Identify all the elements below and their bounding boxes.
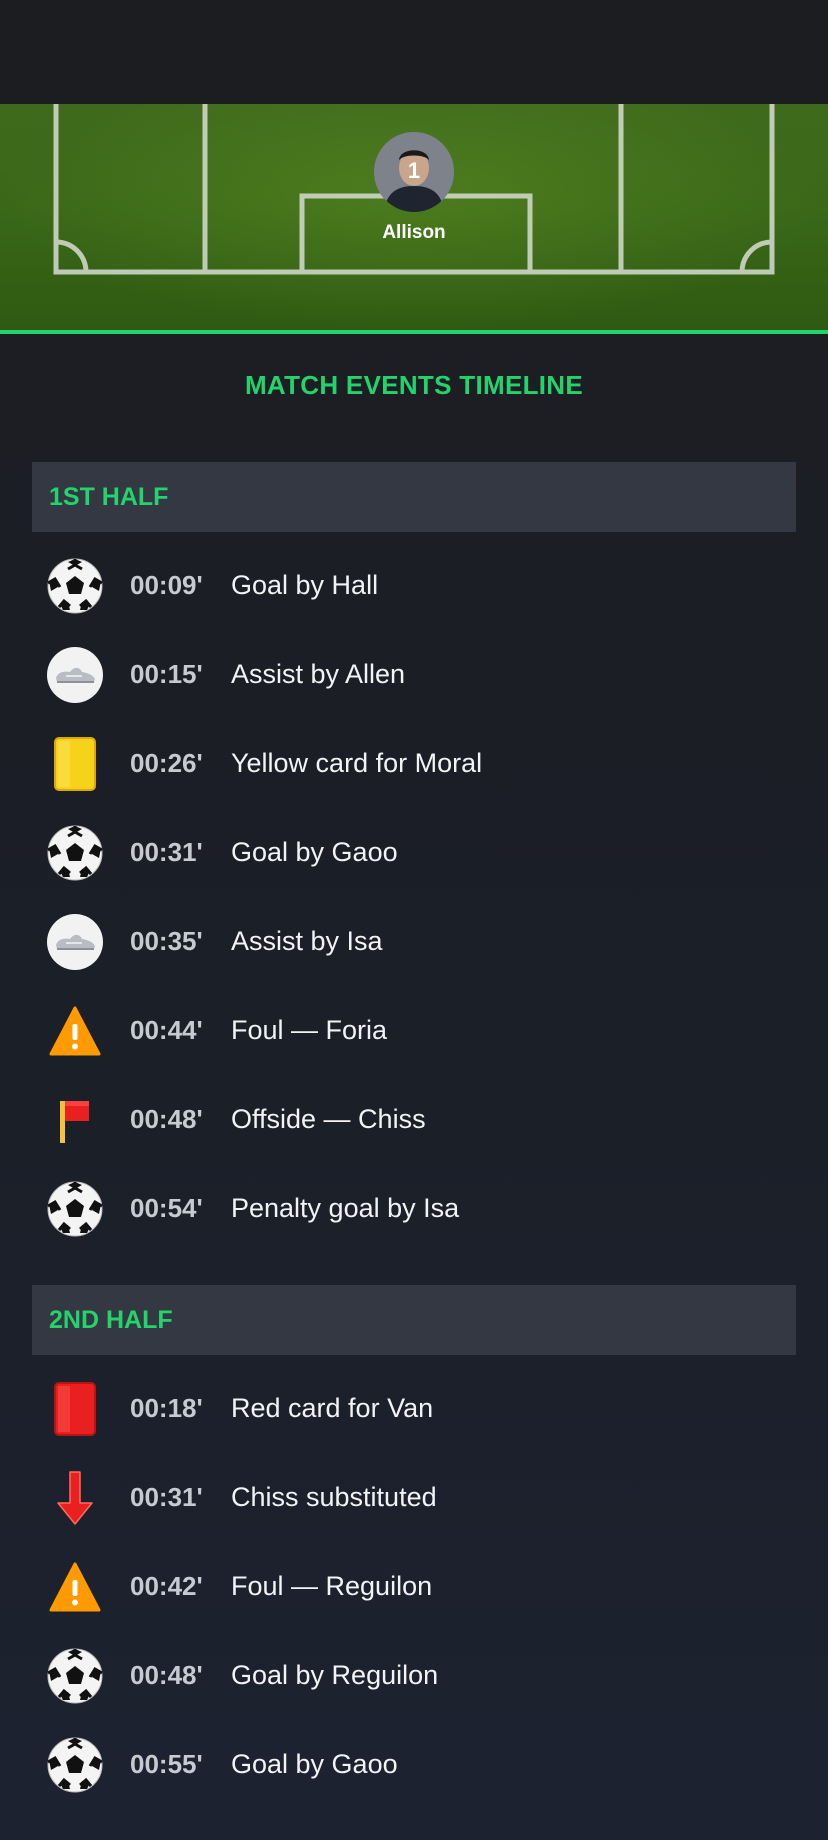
substitution-down-arrow-icon: [57, 1471, 93, 1525]
section-header-first-half: 1ST HALF: [32, 462, 796, 532]
event-time: 00:31': [130, 1482, 203, 1512]
boot-icon: [47, 914, 103, 970]
pitch-divider: [0, 330, 828, 334]
event-time: 00:48': [130, 1660, 203, 1690]
event-row[interactable]: 00:54' Penalty goal by Isa: [32, 1178, 796, 1238]
event-time: 00:26': [130, 748, 203, 778]
event-description: Goal by Hall: [231, 570, 379, 600]
event-row[interactable]: 00:42' Foul — Reguilon: [32, 1556, 796, 1616]
event-time: 00:09': [130, 570, 203, 600]
event-time: 00:44': [130, 1015, 203, 1045]
event-row[interactable]: 00:18' Red card for Van: [32, 1378, 796, 1438]
player-marker[interactable]: 1 Allison: [364, 132, 464, 244]
status-bar: [0, 0, 828, 104]
boot-icon: [47, 647, 103, 703]
player-number: 1: [407, 158, 421, 183]
player-name: Allison: [382, 222, 446, 243]
soccer-ball-icon: [47, 825, 103, 881]
warning-icon: [49, 1006, 101, 1056]
event-time: 00:18': [130, 1393, 203, 1423]
event-row[interactable]: 00:35' Assist by Isa: [32, 911, 796, 971]
event-row[interactable]: 00:55' Goal by Gaoo: [32, 1734, 796, 1794]
event-description: Assist by Allen: [231, 659, 406, 689]
event-description: Goal by Gaoo: [231, 1749, 398, 1779]
event-description: Red card for Van: [231, 1393, 434, 1423]
warning-icon: [49, 1562, 101, 1612]
event-time: 00:42': [130, 1571, 203, 1601]
event-description: Foul — Foria: [231, 1015, 388, 1045]
event-row[interactable]: 00:31' Goal by Gaoo: [32, 822, 796, 882]
soccer-ball-icon: [47, 1648, 103, 1704]
section-header-second-half: 2ND HALF: [32, 1285, 796, 1355]
event-description: Assist by Isa: [231, 926, 383, 956]
event-row[interactable]: 00:48' Offside — Chiss: [32, 1089, 796, 1149]
red-card-icon: [54, 1382, 96, 1436]
event-time: 00:54': [130, 1193, 203, 1223]
event-description: Chiss substituted: [231, 1482, 437, 1512]
timeline-title: MATCH EVENTS TIMELINE: [244, 370, 584, 400]
event-description: Foul — Reguilon: [231, 1571, 433, 1601]
soccer-ball-icon: [47, 1737, 103, 1793]
event-time: 00:15': [130, 659, 203, 689]
event-description: Yellow card for Moral: [231, 748, 483, 778]
event-time: 00:48': [130, 1104, 203, 1134]
event-description: Penalty goal by Isa: [231, 1193, 460, 1223]
offside-flag-icon: [60, 1101, 89, 1143]
event-description: Goal by Reguilon: [231, 1660, 439, 1690]
soccer-ball-icon: [47, 558, 103, 614]
event-row[interactable]: 00:26' Yellow card for Moral: [32, 733, 796, 793]
event-row[interactable]: 00:44' Foul — Foria: [32, 1000, 796, 1060]
event-row[interactable]: 00:48' Goal by Reguilon: [32, 1645, 796, 1705]
event-row[interactable]: 00:15' Assist by Allen: [32, 644, 796, 704]
soccer-ball-icon: [47, 1181, 103, 1237]
event-time: 00:35': [130, 926, 203, 956]
event-row[interactable]: 00:09' Goal by Hall: [32, 555, 796, 615]
event-description: Goal by Gaoo: [231, 837, 398, 867]
event-time: 00:31': [130, 837, 203, 867]
event-time: 00:55': [130, 1749, 203, 1779]
event-row[interactable]: 00:31' Chiss substituted: [32, 1467, 796, 1527]
event-description: Offside — Chiss: [231, 1104, 426, 1134]
yellow-card-icon: [54, 737, 96, 791]
player-avatar[interactable]: 1: [374, 132, 454, 212]
